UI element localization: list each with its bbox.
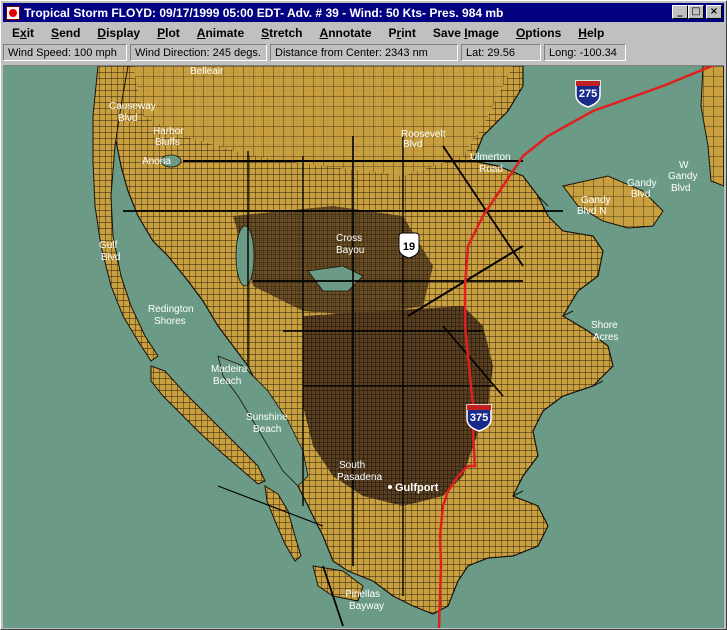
label-beach-2: Beach [253,424,281,435]
label-belleair: Belleair [190,66,224,77]
label-beach-1: Beach [213,376,241,387]
label-pasadena: Pasadena [337,472,382,483]
latitude-readout: Lat: 29.56 [461,44,541,61]
longitude-readout: Long: -100.34 [544,44,626,61]
menu-bar: Exit Send Display Plot Animate Stretch Annotat… [3,23,724,42]
label-bayou: Bayou [336,245,364,256]
label-bluffs: Bluffs [155,137,180,148]
menu-plot[interactable]: Plot [148,26,188,40]
label-w: W [679,160,689,171]
us-19-label: 19 [403,241,415,253]
label-south: South [339,460,365,471]
close-button[interactable]: × [706,5,722,19]
label-causeway: Causeway [109,101,156,112]
lake-seminole [235,225,255,287]
label-blvd-1: Blvd [118,113,137,124]
interstate-375-shield: 375 [466,404,492,432]
label-pinellas: Pinellas [345,589,380,600]
menu-options[interactable]: Options [507,26,569,40]
menu-display[interactable]: Display [88,26,148,40]
menu-send[interactable]: Send [42,26,88,40]
menu-help[interactable]: Help [569,26,612,40]
interstate-275-shield: 275 [575,80,601,108]
label-gulf: Gulf [99,240,118,251]
us-19-shield: 19 [398,232,420,259]
distance-readout: Distance from Center: 2343 nm [270,44,458,61]
title-bar[interactable]: Tropical Storm FLOYD: 09/17/1999 05:00 E… [3,3,724,22]
label-madeira: Madeira [211,364,248,375]
label-shores: Shores [154,316,186,327]
label-ulmerton: Ulmerton [470,152,511,163]
label-gulfport: Gulfport [395,482,439,494]
menu-print[interactable]: Print [380,26,424,40]
label-blvd-3: Blvd [671,183,690,194]
label-gandy-2: Gandy [668,171,697,182]
label-shore: Shore [591,320,618,331]
east-land-edge [700,66,724,187]
wind-direction-readout: Wind Direction: 245 degs. [130,44,267,61]
label-cross: Cross [336,233,362,244]
label-anona: Anona [142,156,171,167]
gulfport-dot [388,485,392,489]
maximize-button[interactable]: □ [688,5,704,19]
label-gandy-3: Gandy [581,195,610,206]
label-blvd-4: Blvd [101,252,120,263]
label-blvd-n: Blvd N [577,206,606,217]
label-harbor: Harbor [153,126,184,137]
pass-a-grille [264,485,302,562]
label-acres: Acres [593,332,619,343]
label-gandy-blvd: Blvd [631,189,650,200]
status-bar: Wind Speed: 100 mph Wind Direction: 245 … [3,44,724,63]
menu-animate[interactable]: Animate [188,26,252,40]
label-gandy-1: Gandy [627,178,656,189]
map-canvas[interactable]: 275 19 375 Belleair Causeway Blvd Harbor… [3,66,724,628]
app-window: Tropical Storm FLOYD: 09/17/1999 05:00 E… [0,0,727,630]
wind-speed-readout: Wind Speed: 100 mph [3,44,127,61]
label-redington: Redington [148,304,194,315]
menu-exit[interactable]: Exit [3,26,42,40]
menu-stretch[interactable]: Stretch [252,26,310,40]
label-blvd-2: Blvd [403,139,422,150]
storm-app-icon[interactable] [6,5,20,20]
interstate-375-label: 375 [470,412,488,424]
label-road: Road [479,164,503,175]
minimize-button[interactable]: _ [672,5,688,19]
interstate-275-label: 275 [579,88,597,100]
map-view[interactable]: 275 19 375 Belleair Causeway Blvd Harbor… [3,65,724,628]
menu-save-image[interactable]: Save Image [424,26,507,40]
menu-annotate[interactable]: Annotate [311,26,380,40]
label-bayway: Bayway [349,601,384,612]
label-sunshine: Sunshine [246,412,288,423]
window-title: Tropical Storm FLOYD: 09/17/1999 05:00 E… [24,5,504,20]
window-controls: _ □ × [672,5,722,19]
